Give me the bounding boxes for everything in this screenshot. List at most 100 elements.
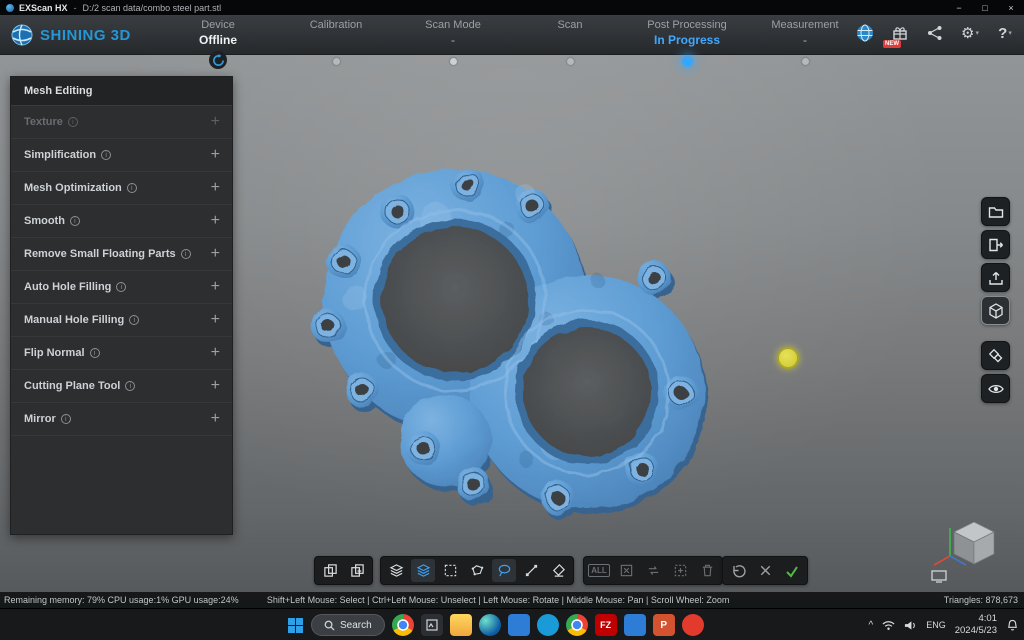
expand-selection-button[interactable]: [668, 559, 692, 582]
export-data-button[interactable]: [981, 230, 1010, 259]
apply-edit-button[interactable]: [780, 559, 804, 582]
expand-plus-icon[interactable]: +: [211, 279, 220, 295]
info-icon[interactable]: i: [125, 381, 135, 391]
help-button[interactable]: ? ▾: [994, 22, 1016, 44]
sidebar-item-flip-normal[interactable]: Flip Normal i +: [11, 337, 232, 370]
cancel-x-icon: [758, 563, 773, 578]
orientation-cube[interactable]: [928, 512, 1004, 570]
expand-plus-icon[interactable]: +: [211, 114, 220, 130]
minimize-button[interactable]: −: [946, 0, 972, 15]
sidebar-item-cutting-plane-tool[interactable]: Cutting Plane Tool i +: [11, 370, 232, 403]
expand-plus-icon[interactable]: +: [211, 312, 220, 328]
app-icon-chrome-2[interactable]: [566, 614, 588, 636]
info-icon[interactable]: i: [70, 216, 80, 226]
info-icon[interactable]: i: [90, 348, 100, 358]
share-button[interactable]: [924, 22, 946, 44]
notification-bell-icon[interactable]: [1006, 619, 1019, 632]
sidebar-item-mirror[interactable]: Mirror i +: [11, 403, 232, 436]
copy-data-button[interactable]: [318, 559, 342, 582]
workflow-step-scan[interactable]: Scan: [505, 19, 635, 33]
expand-plus-icon[interactable]: +: [211, 246, 220, 262]
sidebar-item-remove-small-floating-parts[interactable]: Remove Small Floating Parts i +: [11, 238, 232, 271]
settings-button[interactable]: ⚙ ▾: [959, 22, 981, 44]
app-icon-teal-app[interactable]: [537, 614, 559, 636]
selected-layers-button[interactable]: [411, 559, 435, 582]
workflow-step-scan-mode[interactable]: Scan Mode -: [388, 19, 518, 47]
taskbar-search[interactable]: Search: [311, 614, 385, 636]
open-project-button[interactable]: [981, 197, 1010, 226]
info-icon[interactable]: i: [129, 315, 139, 325]
sidebar-item-smooth[interactable]: Smooth i +: [11, 205, 232, 238]
folder-icon: [988, 204, 1004, 220]
wifi-icon[interactable]: [882, 620, 895, 631]
undo-button[interactable]: [726, 559, 750, 582]
info-icon[interactable]: i: [101, 150, 111, 160]
app-icon-blue-app-2[interactable]: [624, 614, 646, 636]
workflow-step-measurement[interactable]: Measurement -: [740, 19, 870, 47]
fullscreen-toggle[interactable]: [931, 570, 947, 583]
app-icon-filezilla[interactable]: FZ: [595, 614, 617, 636]
visibility-button[interactable]: [981, 374, 1010, 403]
expand-plus-icon[interactable]: +: [211, 213, 220, 229]
app-icon-edge[interactable]: [479, 614, 501, 636]
header: SHINING 3D Device Offline Calibration Sc…: [0, 15, 1024, 55]
share-nodes-icon: [927, 25, 943, 41]
start-button[interactable]: [287, 617, 304, 634]
copy-icon: [323, 563, 338, 578]
expand-plus-icon[interactable]: +: [211, 147, 220, 163]
info-icon[interactable]: i: [61, 414, 71, 424]
cancel-edit-button[interactable]: [753, 559, 777, 582]
polygon-select-button[interactable]: [465, 559, 489, 582]
invert-selection-button[interactable]: [641, 559, 665, 582]
expand-plus-icon[interactable]: +: [211, 378, 220, 394]
layers-blue-icon: [416, 563, 431, 578]
lasso-select-button[interactable]: [492, 559, 516, 582]
expand-plus-icon[interactable]: +: [211, 180, 220, 196]
deselect-all-button[interactable]: [614, 559, 638, 582]
sidebar-item-simplification[interactable]: Simplification i +: [11, 139, 232, 172]
info-icon[interactable]: i: [181, 249, 191, 259]
app-icon-file-explorer[interactable]: [450, 614, 472, 636]
clock[interactable]: 4:01 2024/5/23: [955, 613, 997, 637]
language-indicator[interactable]: ENG: [926, 620, 946, 630]
speaker-icon[interactable]: [904, 620, 917, 631]
whats-new-button[interactable]: NEW: [889, 22, 911, 44]
info-icon[interactable]: i: [68, 117, 78, 127]
upload-share-button[interactable]: [981, 263, 1010, 292]
maximize-button[interactable]: □: [972, 0, 998, 15]
info-icon[interactable]: i: [127, 183, 137, 193]
model-view-button[interactable]: [981, 296, 1010, 325]
close-button[interactable]: ×: [998, 0, 1024, 15]
community-button[interactable]: [854, 22, 876, 44]
expand-plus-icon[interactable]: +: [211, 411, 220, 427]
app-icon-dark-app[interactable]: [421, 614, 443, 636]
export-icon: [988, 237, 1004, 253]
eraser-button[interactable]: [546, 559, 570, 582]
app-icon-chrome[interactable]: [392, 614, 414, 636]
app-icon-blue-app[interactable]: [508, 614, 530, 636]
expand-plus-icon[interactable]: +: [211, 345, 220, 361]
show-all-layers-button[interactable]: [384, 559, 408, 582]
app-icon-powerpoint[interactable]: P: [653, 614, 675, 636]
select-all-button[interactable]: ALL: [587, 559, 611, 582]
cube-icon: [988, 303, 1004, 319]
tray-overflow-caret[interactable]: ^: [869, 620, 874, 631]
duplicate-add-button[interactable]: [345, 559, 369, 582]
app-icon-red-app[interactable]: [682, 614, 704, 636]
line-select-button[interactable]: [519, 559, 543, 582]
workflow-step-device[interactable]: Device Offline: [153, 19, 283, 47]
feature-align-button[interactable]: [981, 341, 1010, 370]
sidebar-item-texture[interactable]: Texture i +: [11, 106, 232, 139]
workflow-step-post-processing[interactable]: Post Processing In Progress: [622, 19, 752, 47]
mouse-hints: Shift+Left Mouse: Select | Ctrl+Left Mou…: [267, 595, 730, 605]
info-icon[interactable]: i: [116, 282, 126, 292]
workflow-step-calibration[interactable]: Calibration: [271, 19, 401, 33]
sidebar-item-manual-hole-filling[interactable]: Manual Hole Filling i +: [11, 304, 232, 337]
sidebar-item-auto-hole-filling[interactable]: Auto Hole Filling i +: [11, 271, 232, 304]
chevron-down-icon: ▾: [975, 29, 979, 37]
titlebar: EXScan HX - D:/2 scan data/combo steel p…: [0, 0, 1024, 15]
sidebar-item-mesh-optimization[interactable]: Mesh Optimization i +: [11, 172, 232, 205]
copy-plus-icon: [350, 563, 365, 578]
delete-selected-button[interactable]: [695, 559, 719, 582]
rectangle-select-button[interactable]: [438, 559, 462, 582]
